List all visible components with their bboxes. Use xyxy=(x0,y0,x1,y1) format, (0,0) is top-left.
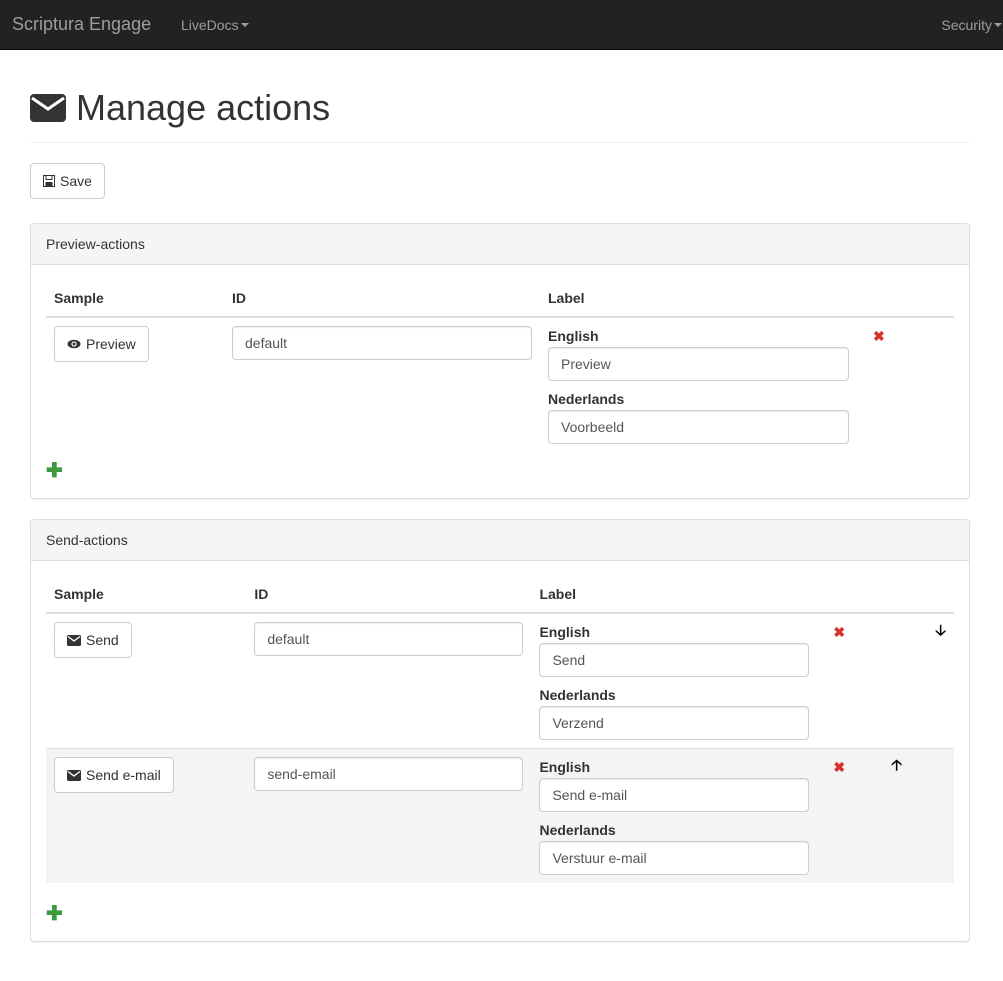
label-group-nederlands: Nederlands xyxy=(539,822,810,875)
language-label: Nederlands xyxy=(548,391,625,407)
column-header-sample: Sample xyxy=(46,280,224,318)
nav-menu-livedocs[interactable]: LiveDocs xyxy=(181,17,249,33)
column-header-label: Label xyxy=(531,576,818,614)
label-input-nederlands[interactable] xyxy=(548,410,849,444)
label-input-nederlands[interactable] xyxy=(539,706,810,740)
brand-link[interactable]: Scriptura Engage xyxy=(0,14,151,35)
save-label: Save xyxy=(60,173,92,189)
remove-icon[interactable]: ✖ xyxy=(873,329,885,343)
panel-body: Sample ID Label xyxy=(31,265,969,498)
sample-button-send[interactable]: Send xyxy=(54,622,132,658)
label-group-nederlands: Nederlands xyxy=(548,391,849,444)
preview-actions-panel: Preview-actions Sample ID Label Preview … xyxy=(30,223,970,499)
caret-down-icon xyxy=(240,23,249,27)
sample-label: Send e-mail xyxy=(86,767,161,783)
page-title: Manage actions xyxy=(76,87,331,128)
language-label: Nederlands xyxy=(539,822,616,838)
floppy-disk-icon xyxy=(43,175,55,187)
id-input[interactable] xyxy=(254,622,524,656)
language-label: English xyxy=(548,328,599,344)
id-input[interactable] xyxy=(232,326,532,360)
table-row: Send English Nederlands xyxy=(46,613,954,749)
send-actions-panel: Send-actions Sample ID Label Send defaul… xyxy=(30,519,970,942)
actions-table: Sample ID Label xyxy=(46,576,954,883)
label-input-english[interactable] xyxy=(539,778,810,812)
eye-icon xyxy=(67,339,81,349)
envelope-icon xyxy=(30,94,66,122)
table-row: Send e-mail English Nede xyxy=(46,748,954,883)
language-label: English xyxy=(539,624,591,640)
nav-menu-security[interactable]: Security xyxy=(941,17,1002,33)
plus-icon[interactable]: ✚ xyxy=(46,458,63,483)
table-row: Preview English Nederlan xyxy=(46,317,954,452)
sample-label: Preview xyxy=(86,336,136,352)
plus-icon[interactable]: ✚ xyxy=(46,901,63,926)
actions-table: Sample ID Label xyxy=(46,280,954,452)
sample-label: Send xyxy=(86,632,119,648)
column-header-label: Label xyxy=(540,280,857,318)
label-group-nederlands: Nederlands xyxy=(539,687,810,740)
label-input-english[interactable] xyxy=(548,347,849,381)
main-container: Manage actions Save Preview-actions Samp… xyxy=(30,50,970,942)
column-header-sample: Sample xyxy=(46,576,247,614)
panel-body: Sample ID Label xyxy=(31,561,969,941)
panel-heading: Send-actions xyxy=(31,520,969,561)
sample-button-send-email[interactable]: Send e-mail xyxy=(54,757,174,793)
column-header-id: ID xyxy=(224,280,540,318)
label-input-nederlands[interactable] xyxy=(539,841,810,875)
language-label: English xyxy=(539,759,591,775)
envelope-icon xyxy=(67,769,81,781)
label-group-english: English xyxy=(539,624,810,677)
label-input-english[interactable] xyxy=(539,643,810,677)
nav-menu-label: LiveDocs xyxy=(181,17,239,33)
caret-down-icon xyxy=(994,23,1002,27)
remove-icon[interactable]: ✖ xyxy=(833,625,845,639)
arrow-down-icon[interactable]: 🡣 xyxy=(935,623,946,638)
label-group-english: English xyxy=(539,759,810,812)
sample-button-preview[interactable]: Preview xyxy=(54,326,149,362)
remove-icon[interactable]: ✖ xyxy=(833,760,845,774)
column-header-id: ID xyxy=(246,576,532,614)
panel-heading: Preview-actions xyxy=(31,224,969,265)
top-navbar: Scriptura Engage LiveDocs Security xyxy=(0,0,1003,50)
save-button[interactable]: Save xyxy=(30,163,105,199)
nav-menu-label: Security xyxy=(941,17,992,33)
arrow-up-icon[interactable]: 🡡 xyxy=(891,758,902,773)
page-header: Manage actions xyxy=(30,90,970,143)
language-label: Nederlands xyxy=(539,687,616,703)
envelope-icon xyxy=(67,634,81,646)
label-group-english: English xyxy=(548,328,849,381)
id-input[interactable] xyxy=(254,757,524,791)
